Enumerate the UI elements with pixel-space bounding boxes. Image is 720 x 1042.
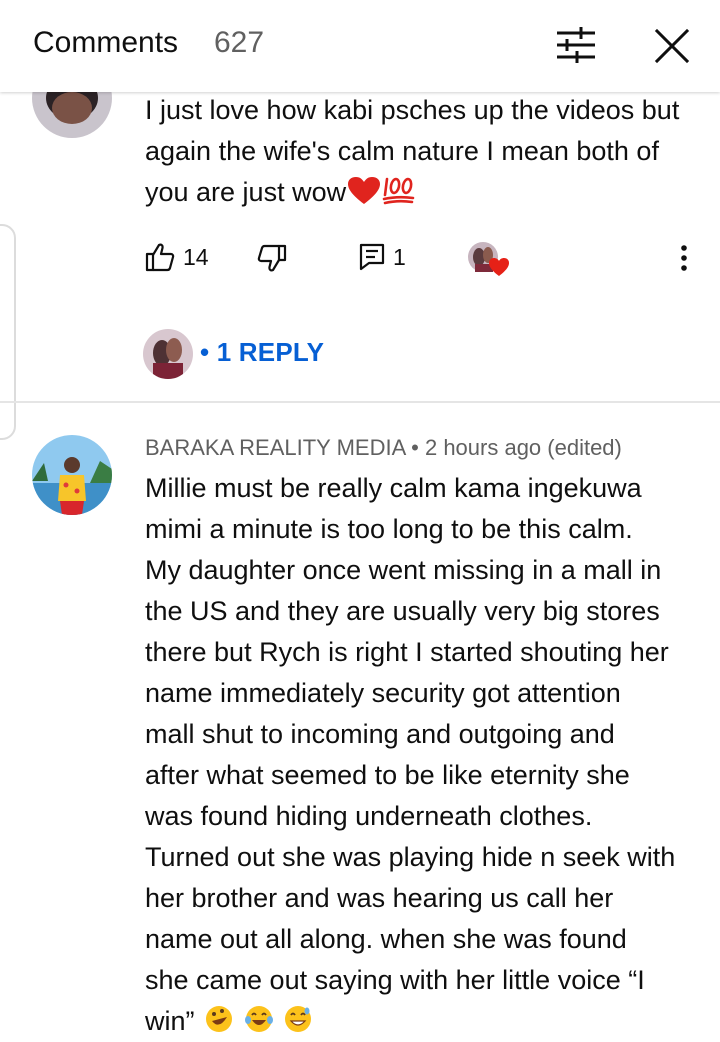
creator-heart-badge [467, 240, 509, 280]
more-vertical-icon[interactable] [678, 244, 690, 272]
thumbs-up-icon [145, 243, 175, 272]
comment-icon [359, 243, 385, 271]
dislike-button[interactable] [257, 244, 287, 274]
divider [0, 401, 720, 403]
like-count: 14 [183, 243, 209, 270]
comment-timestamp: 2 hours ago (edited) [424, 435, 622, 460]
like-button[interactable]: 14 [145, 242, 209, 272]
comments-header: Comments 627 [0, 0, 720, 92]
comment-author[interactable]: BARAKA REALITY MEDIA [145, 435, 405, 460]
reply-count: 1 [393, 243, 406, 270]
comment-meta: BARAKA REALITY MEDIA • 2 hours ago (edit… [145, 435, 622, 460]
view-replies-link[interactable]: • 1 REPLY [200, 337, 324, 368]
thumbs-down-icon [257, 244, 287, 272]
reply-button[interactable]: 1 [359, 243, 406, 271]
avatar[interactable] [32, 435, 112, 515]
comment-count: 627 [214, 26, 265, 59]
comment-text: Millie must be really calm kama ingekuwa… [145, 473, 676, 1036]
header-title: Comments [33, 26, 179, 59]
comment-text: I just love how kabi psches up the video… [145, 95, 680, 207]
close-icon[interactable] [652, 26, 692, 66]
sliders-icon[interactable] [555, 27, 597, 63]
side-sheet-edge [0, 224, 16, 440]
hundred-points-icon [382, 177, 415, 205]
red-heart-icon [348, 177, 381, 204]
reply-author-avatar [143, 329, 193, 379]
